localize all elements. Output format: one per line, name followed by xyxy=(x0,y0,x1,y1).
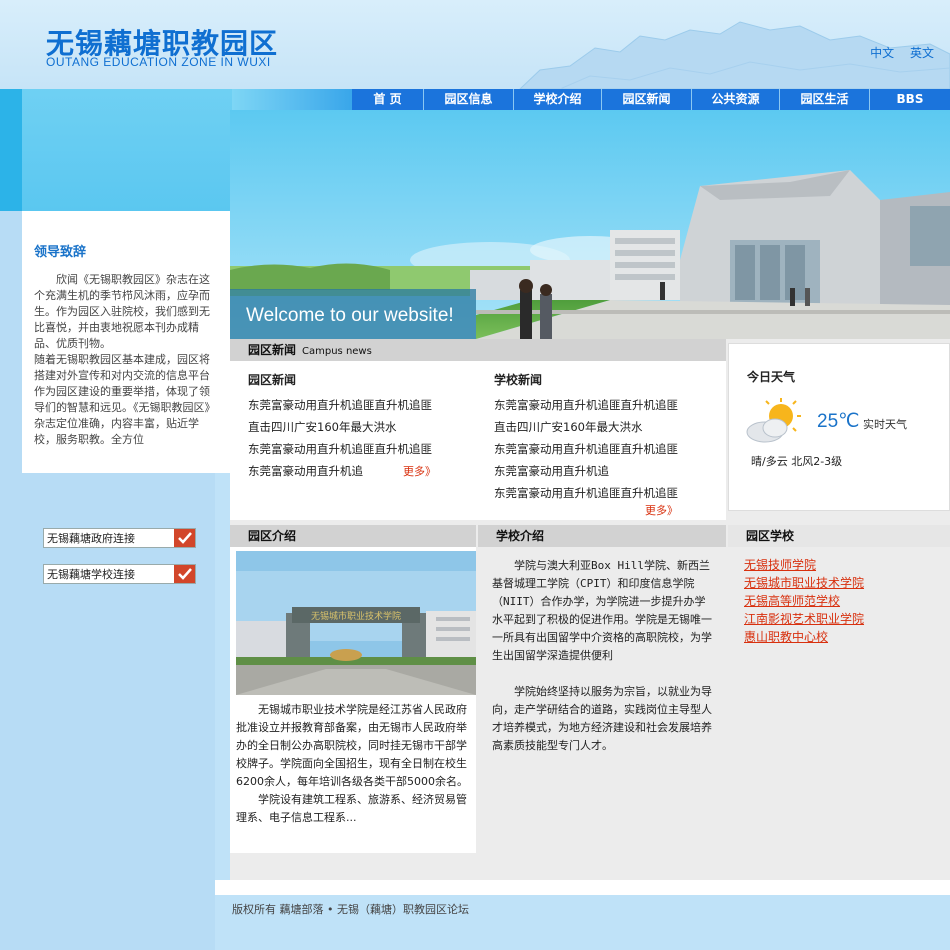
nav-public-resources[interactable]: 公共资源 xyxy=(692,89,780,110)
news-panel: 园区新闻 东莞富豪动用直升机追匪直升机追匪 直击四川广安160年最大洪水 东莞富… xyxy=(230,361,726,520)
school-news-more-row: 更多》 xyxy=(494,502,678,518)
campus-gate-image: 无锡城市职业技术学院 xyxy=(236,551,476,695)
sun-cloud-icon xyxy=(746,398,801,443)
footer-copyright: 版权所有 藕塘部落 • 无锡（藕塘）职教园区论坛 xyxy=(232,903,469,916)
gate-sign-text: 无锡城市职业技术学院 xyxy=(311,610,401,622)
park-news-more-link[interactable]: 更多》 xyxy=(403,465,436,478)
school-paragraph-1: 学院与澳大利亚Box Hill学院、新西兰基督城理工学院（CPIT）和印度信息学… xyxy=(492,559,712,662)
school-link[interactable]: 无锡高等师范学校 xyxy=(744,592,864,610)
news-section-header: 园区新闻 Campus news xyxy=(230,339,726,361)
weather-title: 今日天气 xyxy=(747,370,796,384)
nav-home[interactable]: 首 页 xyxy=(352,89,424,110)
nav-park-info[interactable]: 园区信息 xyxy=(424,89,514,110)
park-news-list: 园区新闻 东莞富豪动用直升机追匪直升机追匪 直击四川广安160年最大洪水 东莞富… xyxy=(248,371,436,483)
news-item[interactable]: 东莞富豪动用直升机追匪直升机追匪 xyxy=(494,438,678,460)
school-paragraph-2: 学院始终坚持以服务为宗旨，以就业为导向，走产学研结合的道路，实践岗位主导型人才培… xyxy=(492,685,712,752)
school-link[interactable]: 无锡城市职业技术学院 xyxy=(744,574,864,592)
leader-speech-p2: 随着无锡职教园区基本建成，园区将搭建对外宣传和对内交流的信息平台作为园区建设的重… xyxy=(34,353,216,446)
welcome-text: Welcome to our website! xyxy=(246,305,454,326)
check-icon[interactable] xyxy=(174,565,195,583)
news-item[interactable]: 东莞富豪动用直升机追匪直升机追匪 xyxy=(248,438,436,460)
news-item[interactable]: 东莞富豪动用直升机追匪直升机追匪 xyxy=(248,394,436,416)
lang-chinese-link[interactable]: 中文 xyxy=(870,46,894,60)
leader-speech-p1: 欣闻《无锡职教园区》杂志在这个充满生机的季节栉风沐雨，应孕而生。作为园区入驻院校… xyxy=(34,273,210,350)
intro-section-header: 园区介绍 xyxy=(230,525,476,547)
park-schools-header: 园区学校 xyxy=(728,525,950,547)
school-section-header: 学校介绍 xyxy=(478,525,726,547)
language-switch: 中文 英文 xyxy=(858,44,934,61)
weather-temperature: 25℃ xyxy=(817,411,860,432)
news-item[interactable]: 直击四川广安160年最大洪水 xyxy=(248,416,436,438)
weather-description: 晴/多云 北风2-3级 xyxy=(751,455,843,468)
park-schools-list: 无锡技师学院 无锡城市职业技术学院 无锡高等师范学校 江南影视艺术职业学院 惠山… xyxy=(744,556,864,646)
news-section-subtitle: Campus news xyxy=(302,346,372,357)
news-item[interactable]: 东莞富豪动用直升机追 xyxy=(494,460,678,482)
gov-link-select[interactable]: 无锡藕塘政府连接 xyxy=(43,528,196,548)
nav-gradient-decoration xyxy=(232,89,352,110)
leader-speech-panel: 领导致辞 欣闻《无锡职教园区》杂志在这个充满生机的季节栉风沐雨，应孕而生。作为园… xyxy=(22,211,230,473)
school-link-label: 无锡藕塘学校连接 xyxy=(47,568,135,581)
logo-english: OUTANG EDUCATION ZONE IN WUXI xyxy=(46,55,271,69)
school-news-more-link[interactable]: 更多》 xyxy=(645,504,678,517)
news-item[interactable]: 东莞富豪动用直升机追匪直升机追匪 xyxy=(494,394,678,416)
school-news-list: 学校新闻 东莞富豪动用直升机追匪直升机追匪 直击四川广安160年最大洪水 东莞富… xyxy=(494,371,678,518)
nav-bbs[interactable]: BBS xyxy=(870,89,950,110)
school-intro-pane: 学院与澳大利亚Box Hill学院、新西兰基督城理工学院（CPIT）和印度信息学… xyxy=(478,547,726,853)
news-item: 东莞富豪动用直升机追 更多》 xyxy=(248,460,436,483)
park-news-title: 园区新闻 xyxy=(248,373,297,387)
weather-widget: 今日天气 25℃ 实时天气 晴/多云 北风2-3级 xyxy=(728,343,950,511)
school-link[interactable]: 惠山职教中心校 xyxy=(744,628,864,646)
school-link-select[interactable]: 无锡藕塘学校连接 xyxy=(43,564,196,584)
nav-school-intro[interactable]: 学校介绍 xyxy=(514,89,602,110)
news-item[interactable]: 直击四川广安160年最大洪水 xyxy=(494,416,678,438)
news-item[interactable]: 东莞富豪动用直升机追匪直升机追匪 xyxy=(494,482,678,504)
news-section-title: 园区新闻 xyxy=(248,343,297,357)
nav-park-news[interactable]: 园区新闻 xyxy=(602,89,692,110)
intro-paragraph-2: 学院设有建筑工程系、旅游系、经济贸易管理系、电子信息工程系... xyxy=(236,793,467,824)
weather-realtime-label: 实时天气 xyxy=(863,418,907,431)
check-icon[interactable] xyxy=(174,529,195,547)
left-accent-strip xyxy=(0,89,22,211)
news-item-link[interactable]: 东莞富豪动用直升机追 xyxy=(248,464,363,478)
school-link[interactable]: 江南影视艺术职业学院 xyxy=(744,610,864,628)
school-news-title: 学校新闻 xyxy=(494,373,543,387)
park-intro-pane: 无锡城市职业技术学院 无锡城市职业技术学院是经江苏省人民政府批准设立并报教育部备… xyxy=(230,547,476,853)
nav-park-life[interactable]: 园区生活 xyxy=(780,89,870,110)
footer-band xyxy=(215,880,950,895)
school-link[interactable]: 无锡技师学院 xyxy=(744,556,864,574)
leader-speech-title: 领导致辞 xyxy=(34,245,87,260)
intro-paragraph-1: 无锡城市职业技术学院是经江苏省人民政府批准设立并报教育部备案，由无锡市人民政府举… xyxy=(236,703,468,788)
main-nav: 首 页 园区信息 学校介绍 园区新闻 公共资源 园区生活 BBS xyxy=(352,89,950,110)
header: 无锡藕塘职教园区 OUTANG EDUCATION ZONE IN WUXI 中… xyxy=(0,0,950,89)
lang-english-link[interactable]: 英文 xyxy=(910,46,934,60)
gov-link-label: 无锡藕塘政府连接 xyxy=(47,532,135,545)
